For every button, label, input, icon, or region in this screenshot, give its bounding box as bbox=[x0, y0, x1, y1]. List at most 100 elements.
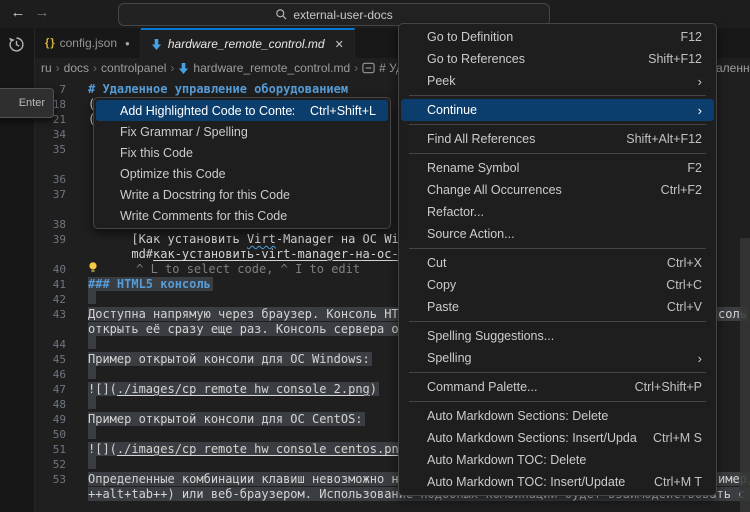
line-text: открыть её сразу еще раз. Консоль сервер… bbox=[88, 322, 444, 337]
menu-item-shortcut: Ctrl+X bbox=[667, 256, 702, 270]
line-number: 36 bbox=[35, 172, 66, 187]
line-text: ![](./images/cp_remote_hw_console_centos… bbox=[88, 442, 415, 457]
tab-label: config.json bbox=[60, 36, 117, 50]
menu-item-rename-symbol[interactable]: Rename Symbol F2 bbox=[401, 157, 714, 179]
line-text: Пример открытой консоли для ОС Windows: bbox=[88, 352, 372, 367]
breadcrumb-item-controlpanel[interactable]: controlpanel bbox=[101, 61, 166, 75]
enter-key-tooltip: Enter bbox=[0, 88, 54, 118]
menu-item-find-all-references[interactable]: Find All ReferencesShift+Alt+F12 bbox=[401, 128, 714, 150]
menu-item-spelling-suggestions[interactable]: Spelling Suggestions... bbox=[401, 325, 714, 347]
line-number: 35 bbox=[35, 142, 66, 157]
menu-item-shortcut: Ctrl+C bbox=[666, 278, 702, 292]
selection-chip bbox=[88, 396, 96, 409]
line-text: Определенные комбинации клавиш невозможн… bbox=[88, 472, 437, 487]
continue-submenu: Add Highlighted Code to ContextCtrl+Shif… bbox=[93, 97, 391, 229]
menu-item-go-to-references[interactable]: Go to ReferencesShift+F12 bbox=[401, 48, 714, 70]
line-number: 49 bbox=[35, 412, 66, 427]
line-text bbox=[88, 366, 96, 383]
tab-hardware-remote-control-md[interactable]: hardware_remote_control.md✕ bbox=[141, 28, 355, 58]
line-text: ![](./images/cp_remote_hw_console_2.png) bbox=[88, 382, 379, 397]
menu-item-label: Cut bbox=[427, 256, 651, 270]
menu-item-label: Continue bbox=[427, 103, 682, 117]
peek-text-fragment: аленни bbox=[716, 61, 750, 76]
menu-item-auto-markdown-toc-delete[interactable]: Auto Markdown TOC: Delete bbox=[401, 449, 714, 471]
menu-item-label: Rename Symbol bbox=[427, 161, 671, 175]
vscode-window: ← → external-user-docs Enter { } config.j… bbox=[0, 0, 750, 512]
forward-icon[interactable]: → bbox=[32, 4, 52, 21]
line-text: Пример открытой консоли для ОС CentOS: bbox=[88, 412, 365, 427]
menu-item-label: Auto Markdown Sections: Insert/Update bbox=[427, 431, 637, 445]
menu-item-continue[interactable]: Continue › bbox=[401, 99, 714, 121]
menu-item-label: Change All Occurrences bbox=[427, 183, 645, 197]
submenu-arrow-icon: › bbox=[698, 103, 702, 118]
breadcrumb-item-hardware-remote-control-md[interactable]: hardware_remote_control.md bbox=[178, 61, 350, 75]
line-number: 51 bbox=[35, 442, 66, 457]
tab-config-json[interactable]: { } config.json ● bbox=[35, 28, 141, 58]
menu-item-optimize-this-code[interactable]: Optimize this Code bbox=[96, 163, 388, 184]
menu-item-paste[interactable]: PasteCtrl+V bbox=[401, 296, 714, 318]
menu-item-peek[interactable]: Peek› bbox=[401, 70, 714, 92]
menu-item-shortcut: Ctrl+Shift+L bbox=[310, 104, 376, 118]
selected-text: Пример открытой консоли для ОС Windows: bbox=[88, 352, 372, 366]
menu-item-label: Source Action... bbox=[427, 227, 702, 241]
menu-item-cut[interactable]: Cut Ctrl+X bbox=[401, 252, 714, 274]
menu-item-add-highlighted-code-to-context[interactable]: Add Highlighted Code to ContextCtrl+Shif… bbox=[96, 100, 388, 121]
breadcrumb-chevron-icon: › bbox=[93, 61, 97, 75]
line-number: 41 bbox=[35, 277, 66, 292]
menu-item-write-comments-for-this-code[interactable]: Write Comments for this Code bbox=[96, 205, 388, 226]
menu-item-go-to-definition[interactable]: Go to DefinitionF12 bbox=[401, 26, 714, 48]
search-value: external-user-docs bbox=[293, 8, 392, 22]
menu-item-label: Copy bbox=[427, 278, 650, 292]
breadcrumb-label: ru bbox=[41, 61, 52, 75]
menu-item-command-palette[interactable]: Command Palette...Ctrl+Shift+P bbox=[401, 376, 714, 398]
history-icon[interactable] bbox=[8, 36, 25, 58]
line-number: 52 bbox=[35, 457, 66, 472]
braces-icon: { } bbox=[45, 37, 54, 49]
line-number: 42 bbox=[35, 292, 66, 307]
menu-item-auto-markdown-sections-delete[interactable]: Auto Markdown Sections: Delete bbox=[401, 405, 714, 427]
line-text bbox=[88, 426, 96, 443]
line-text: # Удаленное управление оборудованием bbox=[88, 82, 348, 97]
line-text: Доступна напрямую через браузер. Консоль… bbox=[88, 307, 444, 322]
editor-scrollbar[interactable] bbox=[740, 238, 750, 512]
selected-text: ![](./images/cp_remote_hw_console_2.png) bbox=[88, 382, 379, 396]
breadcrumb-item-docs[interactable]: docs bbox=[64, 61, 89, 75]
selection-chip bbox=[88, 426, 96, 439]
search-icon bbox=[275, 8, 288, 21]
menu-item-change-all-occurrences[interactable]: Change All OccurrencesCtrl+F2 bbox=[401, 179, 714, 201]
modified-dot-icon: ● bbox=[125, 39, 130, 48]
menu-item-label: Command Palette... bbox=[427, 380, 619, 394]
menu-item-write-a-docstring-for-this-code[interactable]: Write a Docstring for this Code bbox=[96, 184, 388, 205]
menu-item-auto-markdown-sections-insert-update[interactable]: Auto Markdown Sections: Insert/UpdateCtr… bbox=[401, 427, 714, 449]
menu-item-label: Go to Definition bbox=[427, 30, 664, 44]
menu-item-shortcut: Shift+F12 bbox=[648, 52, 702, 66]
editor-context-menu: Go to DefinitionF12Go to ReferencesShift… bbox=[398, 23, 717, 496]
close-icon[interactable]: ✕ bbox=[335, 38, 344, 51]
line-number: 53 bbox=[35, 472, 66, 487]
line-number: 37 bbox=[35, 187, 66, 202]
line-number: 39 bbox=[35, 232, 66, 247]
selection-chip bbox=[88, 336, 96, 349]
menu-item-fix-this-code[interactable]: Fix this Code bbox=[96, 142, 388, 163]
breadcrumb-item-ru[interactable]: ru bbox=[41, 61, 52, 75]
menu-item-label: Spelling Suggestions... bbox=[427, 329, 702, 343]
menu-item-spelling[interactable]: Spelling› bbox=[401, 347, 714, 369]
lightbulb-icon[interactable] bbox=[88, 261, 98, 278]
menu-separator bbox=[409, 95, 706, 96]
breadcrumb-label: docs bbox=[64, 61, 89, 75]
menu-item-label: Peek bbox=[427, 74, 682, 88]
menu-separator bbox=[409, 401, 706, 402]
menu-item-label: Fix Grammar / Spelling bbox=[120, 125, 376, 139]
menu-item-shortcut: F2 bbox=[687, 161, 702, 175]
menu-item-auto-markdown-toc-insert-update[interactable]: Auto Markdown TOC: Insert/UpdateCtrl+M T bbox=[401, 471, 714, 493]
menu-item-refactor[interactable]: Refactor... bbox=[401, 201, 714, 223]
menu-item-fix-grammar-spelling[interactable]: Fix Grammar / Spelling bbox=[96, 121, 388, 142]
back-icon[interactable]: ← bbox=[8, 4, 28, 21]
menu-item-copy[interactable]: Copy Ctrl+C bbox=[401, 274, 714, 296]
menu-item-source-action[interactable]: Source Action... bbox=[401, 223, 714, 245]
breadcrumb-chevron-icon: › bbox=[354, 61, 358, 75]
markdown-icon bbox=[178, 62, 189, 75]
selected-text: ### HTML5 консоль bbox=[88, 277, 213, 291]
line-number: 48 bbox=[35, 397, 66, 412]
selection-chip bbox=[88, 456, 96, 469]
